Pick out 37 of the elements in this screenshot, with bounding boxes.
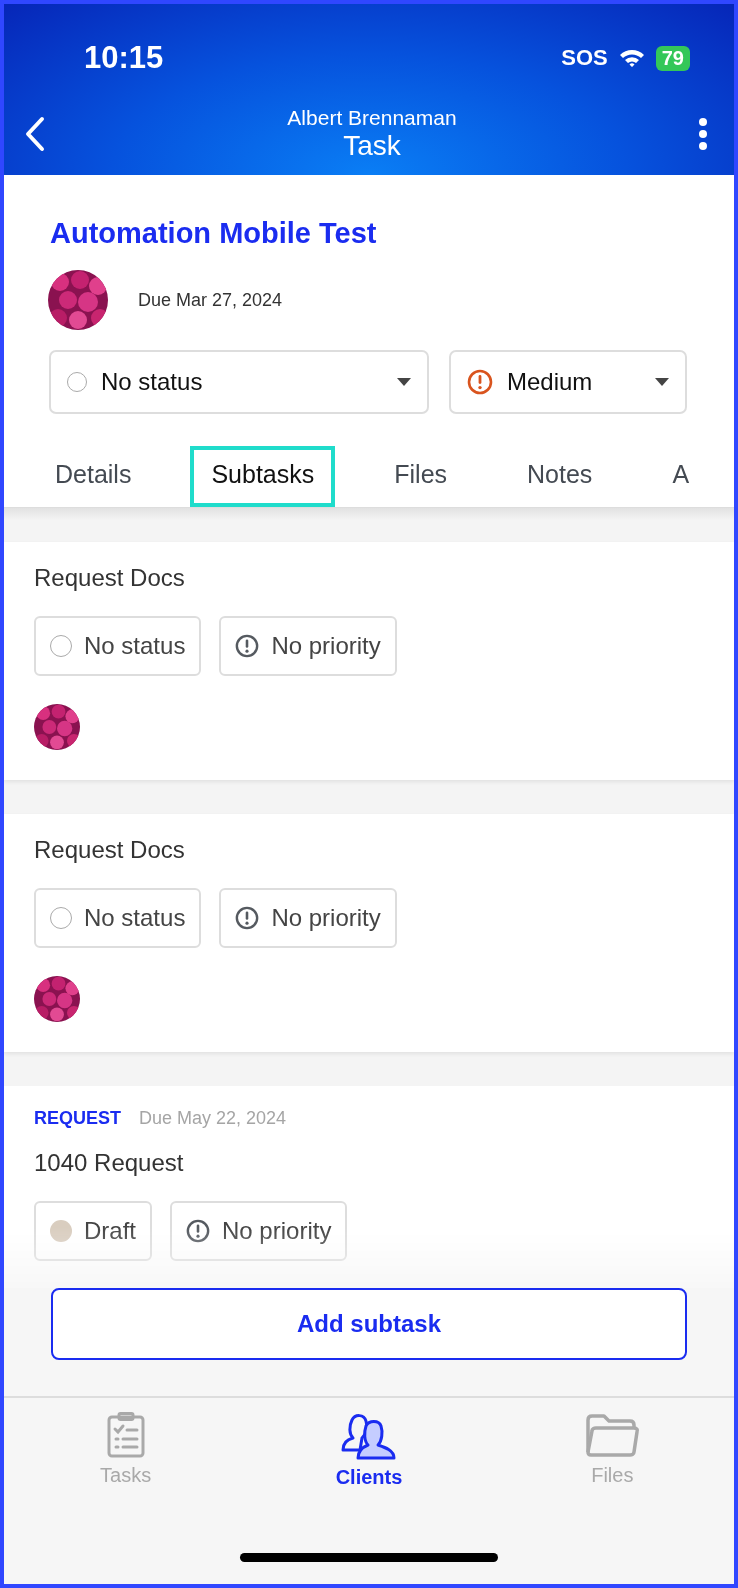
- folder-icon: [584, 1412, 641, 1458]
- tab[interactable]: Subtasks: [190, 446, 336, 507]
- tab[interactable]: Notes: [506, 446, 614, 507]
- more-icon[interactable]: [698, 117, 708, 151]
- caret-icon: [655, 378, 669, 386]
- tab[interactable]: Files: [373, 446, 469, 507]
- priority-chip[interactable]: No priority: [219, 616, 397, 676]
- sos-indicator: SOS: [561, 45, 608, 71]
- battery-indicator: 79: [655, 45, 690, 71]
- priority-dropdown[interactable]: Medium: [449, 350, 687, 414]
- subtask-card[interactable]: Request Docs No status No priority: [4, 542, 734, 780]
- people-icon: [340, 1412, 398, 1460]
- caret-icon: [397, 378, 411, 386]
- status-chip[interactable]: No status: [34, 616, 202, 676]
- nav-tab[interactable]: Clients: [289, 1412, 449, 1489]
- priority-chip[interactable]: No priority: [170, 1201, 348, 1261]
- client-name: Albert Brennaman: [287, 106, 457, 130]
- add-subtask-button[interactable]: Add subtask: [51, 1288, 687, 1360]
- due-date: Due Mar 27, 2024: [138, 289, 283, 311]
- subtask-title: Request Docs: [34, 564, 185, 592]
- tab[interactable]: Details: [34, 446, 153, 507]
- subtask-title: Request Docs: [34, 836, 185, 864]
- tab[interactable]: A: [651, 446, 711, 507]
- priority-chip[interactable]: No priority: [219, 888, 397, 948]
- subtask-card[interactable]: Request Docs No status No priority: [4, 814, 734, 1052]
- clipboard-icon: [105, 1412, 146, 1458]
- task-title: Automation Mobile Test: [50, 217, 378, 250]
- screen-title: Task: [343, 130, 401, 162]
- back-icon[interactable]: [24, 116, 46, 152]
- subtask-title: 1040 Request: [34, 1149, 184, 1177]
- status-chip[interactable]: Draft: [34, 1201, 152, 1261]
- status-chip[interactable]: No status: [34, 888, 202, 948]
- subtask-type: REQUEST: [34, 1108, 121, 1129]
- clock-time: 10:15: [84, 40, 164, 76]
- subtask-card[interactable]: REQUEST Due May 22, 2024 1040 Request Draft No priority: [4, 1086, 734, 1288]
- due-date: Due May 22, 2024: [139, 1108, 287, 1129]
- status-dropdown[interactable]: No status: [49, 350, 429, 414]
